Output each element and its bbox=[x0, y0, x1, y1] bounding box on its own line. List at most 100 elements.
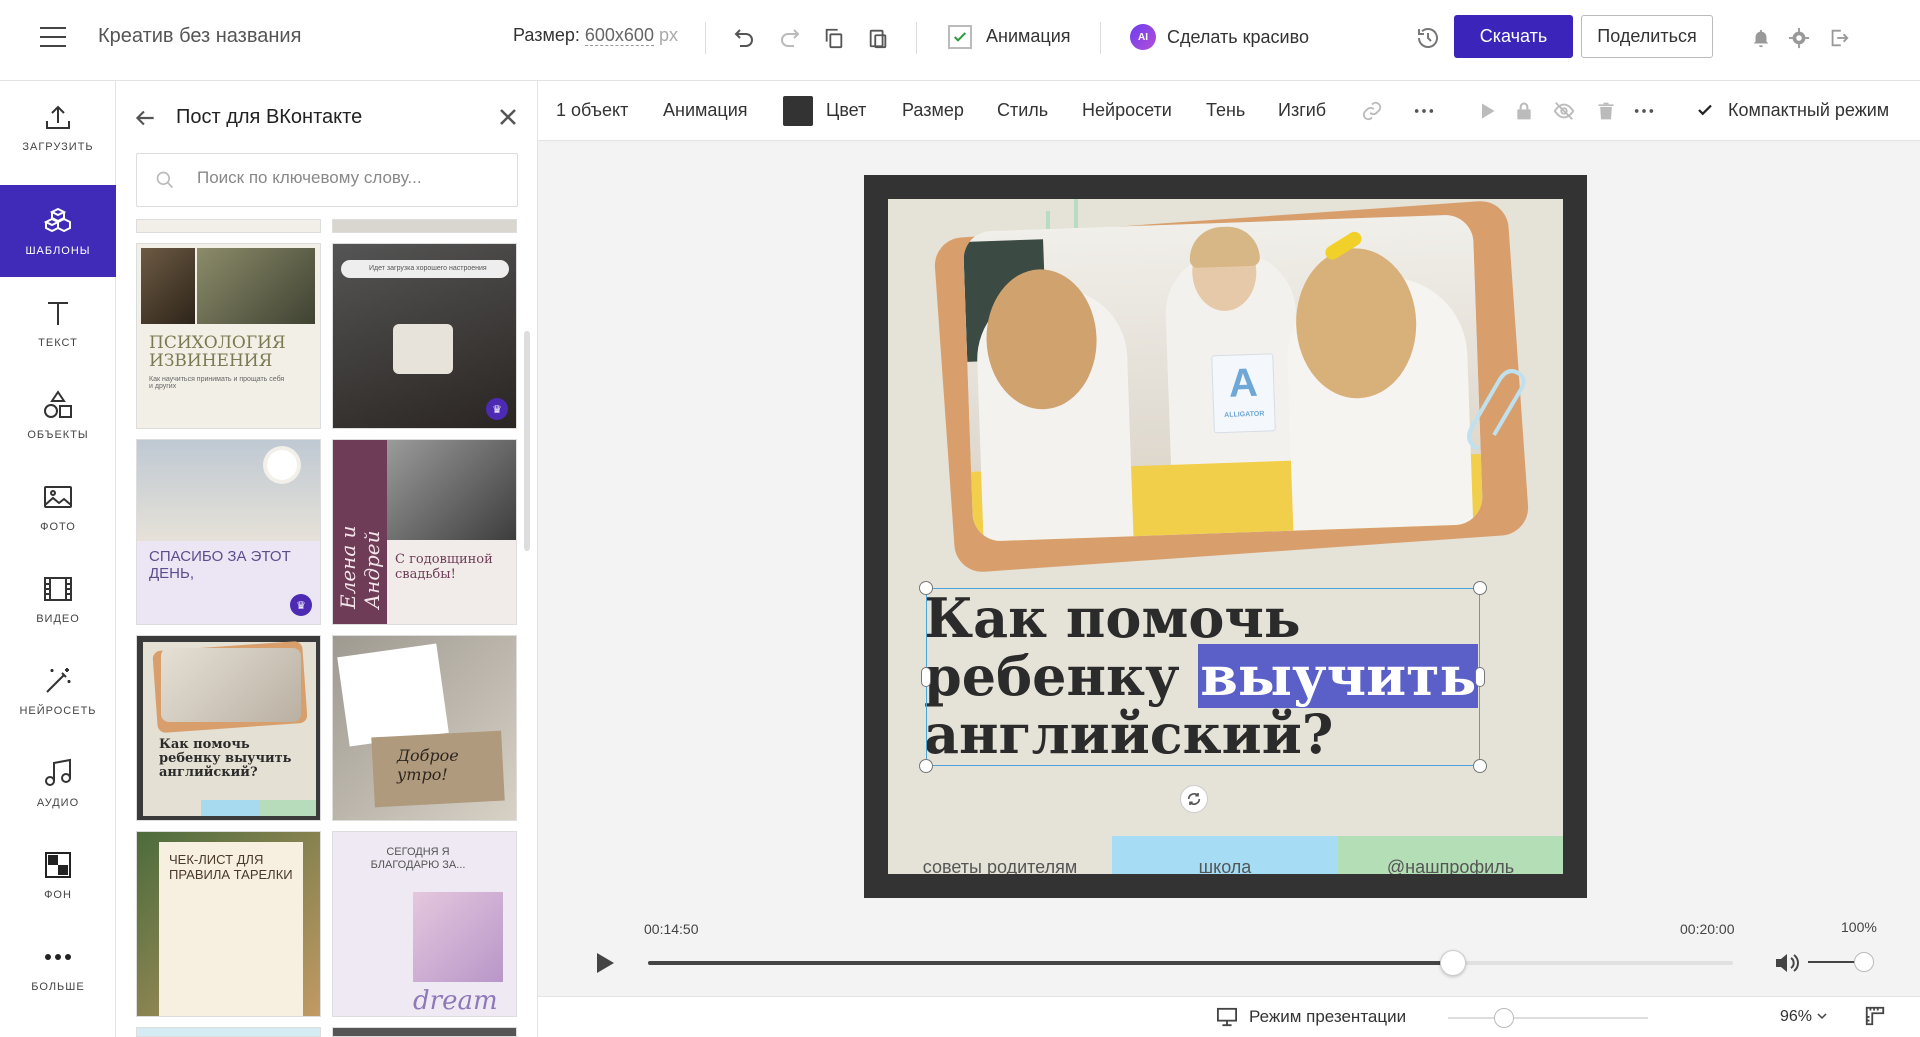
resize-handle[interactable] bbox=[1475, 667, 1485, 687]
shadow-button[interactable]: Тень bbox=[1206, 100, 1245, 121]
rail-text[interactable]: ТЕКСТ bbox=[0, 277, 116, 369]
compact-mode-checkbox[interactable] bbox=[1694, 99, 1716, 121]
more-options-icon[interactable] bbox=[1410, 97, 1438, 125]
template-title: ПСИХОЛОГИЯ ИЗВИНЕНИЯ bbox=[149, 333, 286, 371]
bell-icon[interactable] bbox=[1745, 22, 1777, 54]
rail-templates[interactable]: ШАБЛОНЫ bbox=[0, 185, 116, 277]
volume-slider[interactable] bbox=[1854, 952, 1874, 972]
top-bar: Креатив без названия Размер: 600x600 px … bbox=[0, 0, 1920, 81]
post-photo[interactable]: A ALLIGATOR bbox=[962, 214, 1484, 542]
rail-neural[interactable]: НЕЙРОСЕТЬ bbox=[0, 645, 116, 737]
gear-icon[interactable] bbox=[1783, 22, 1815, 54]
animation-label[interactable]: Анимация bbox=[986, 26, 1071, 47]
rail-objects[interactable]: ОБЪЕКТЫ bbox=[0, 369, 116, 461]
size-button[interactable]: Размер bbox=[902, 100, 964, 121]
template-thumb-partial[interactable] bbox=[332, 219, 517, 233]
template-thumb-partial[interactable] bbox=[136, 219, 321, 233]
play-animation-icon[interactable] bbox=[1473, 97, 1501, 125]
ai-icon[interactable]: AI bbox=[1130, 24, 1156, 50]
download-button[interactable]: Скачать bbox=[1454, 15, 1573, 58]
style-button[interactable]: Стиль bbox=[997, 100, 1048, 121]
panel-scrollbar[interactable] bbox=[524, 331, 530, 551]
resize-handle[interactable] bbox=[919, 581, 933, 595]
resize-handle[interactable] bbox=[1473, 581, 1487, 595]
template-sub: dream bbox=[413, 986, 498, 1016]
card-word: ALLIGATOR bbox=[1224, 410, 1265, 419]
menu-icon[interactable] bbox=[40, 27, 66, 47]
selection-box[interactable] bbox=[926, 588, 1480, 766]
logout-icon[interactable] bbox=[1823, 22, 1855, 54]
rail-upload[interactable]: ЗАГРУЗИТЬ bbox=[0, 81, 116, 173]
animation-button[interactable]: Анимация bbox=[663, 100, 748, 121]
template-thumb[interactable]: ПСИХОЛОГИЯ ИЗВИНЕНИЯ Как научиться прини… bbox=[136, 243, 321, 429]
template-thumb[interactable]: Доброе утро! bbox=[332, 635, 517, 821]
template-title: Как помочь ребенку выучить английский? bbox=[159, 737, 292, 780]
zoom-track[interactable] bbox=[1448, 1017, 1648, 1019]
close-icon[interactable] bbox=[496, 105, 520, 134]
color-button[interactable]: Цвет bbox=[826, 100, 866, 121]
compact-mode-label[interactable]: Компактный режим bbox=[1728, 100, 1889, 121]
zoom-dropdown[interactable]: 96% bbox=[1780, 1008, 1828, 1026]
rail-audio[interactable]: АУДИО bbox=[0, 737, 116, 829]
undo-icon[interactable] bbox=[728, 22, 760, 54]
template-title: Елена и Андрей bbox=[336, 525, 384, 609]
resize-handle[interactable] bbox=[1473, 759, 1487, 773]
timeline-track[interactable] bbox=[648, 950, 1733, 976]
play-icon[interactable] bbox=[594, 951, 616, 980]
search-input[interactable] bbox=[197, 168, 497, 188]
rail-label: ВИДЕО bbox=[36, 613, 80, 625]
document-title[interactable]: Креатив без названия bbox=[98, 25, 301, 48]
rail-video[interactable]: ВИДЕО bbox=[0, 553, 116, 645]
rail-photo[interactable]: ФОТО bbox=[0, 461, 116, 553]
rail-label: ЗАГРУЗИТЬ bbox=[22, 141, 94, 153]
canvas-size[interactable]: Размер: 600x600 px bbox=[513, 25, 678, 46]
size-value[interactable]: 600x600 bbox=[584, 25, 654, 46]
back-arrow-icon[interactable] bbox=[132, 105, 158, 136]
rail-background[interactable]: ФОН bbox=[0, 829, 116, 921]
monitor-icon[interactable] bbox=[1216, 1007, 1238, 1032]
tag-school[interactable]: школа bbox=[1112, 836, 1338, 874]
rail-more[interactable]: БОЛЬШЕ bbox=[0, 921, 116, 1013]
template-thumb-partial[interactable] bbox=[136, 1027, 321, 1037]
tag-profile[interactable]: @нашпрофиль bbox=[1338, 836, 1563, 874]
zoom-slider[interactable] bbox=[1494, 1008, 1514, 1028]
size-label: Размер: bbox=[513, 25, 580, 45]
ruler-icon[interactable] bbox=[1864, 1005, 1886, 1032]
resize-handle[interactable] bbox=[921, 667, 931, 687]
trash-icon[interactable] bbox=[1592, 97, 1620, 125]
size-unit: px bbox=[658, 25, 678, 45]
template-thumb[interactable]: Как помочь ребенку выучить английский? bbox=[136, 635, 321, 821]
animation-checkbox[interactable] bbox=[948, 25, 972, 49]
lock-icon[interactable] bbox=[1510, 97, 1538, 125]
template-thumb[interactable]: Елена и Андрей С годовщиной свадьбы! bbox=[332, 439, 517, 625]
share-button[interactable]: Поделиться bbox=[1581, 15, 1713, 58]
tag-parents[interactable]: советы родителям bbox=[888, 836, 1112, 874]
timeline-scrubber[interactable] bbox=[1439, 950, 1466, 976]
template-thumb[interactable]: ЧЕК-ЛИСТ ДЛЯ ПРАВИЛА ТАРЕЛКИ bbox=[136, 831, 321, 1017]
bend-button[interactable]: Изгиб bbox=[1278, 100, 1326, 121]
more-options-icon[interactable] bbox=[1630, 97, 1658, 125]
link-icon[interactable] bbox=[1358, 97, 1386, 125]
template-thumb[interactable]: СПАСИБО ЗА ЭТОТ ДЕНЬ, ♛ bbox=[136, 439, 321, 625]
template-thumb[interactable]: СЕГОДНЯ Я БЛАГОДАРЮ ЗА... dream bbox=[332, 831, 517, 1017]
hide-icon[interactable] bbox=[1550, 97, 1578, 125]
template-thumb-partial[interactable] bbox=[332, 1027, 517, 1037]
neural-button[interactable]: Нейросети bbox=[1082, 100, 1172, 121]
presentation-mode-button[interactable]: Режим презентации bbox=[1249, 1007, 1406, 1027]
template-title: ЧЕК-ЛИСТ ДЛЯ ПРАВИЛА ТАРЕЛКИ bbox=[169, 852, 293, 882]
artboard[interactable]: A ALLIGATOR Как помочь ребенку выучить а… bbox=[864, 175, 1587, 898]
paste-icon[interactable] bbox=[862, 22, 894, 54]
copy-icon[interactable] bbox=[818, 22, 850, 54]
color-swatch[interactable] bbox=[783, 96, 813, 126]
template-search[interactable] bbox=[136, 153, 518, 207]
objects-count[interactable]: 1 объект bbox=[556, 100, 628, 121]
redo-icon[interactable] bbox=[774, 22, 806, 54]
paperclip-icon bbox=[1467, 369, 1526, 451]
template-thumb[interactable]: Идет загрузка хорошего настроения ♛ bbox=[332, 243, 517, 429]
resize-handle[interactable] bbox=[919, 759, 933, 773]
history-icon[interactable] bbox=[1412, 22, 1444, 54]
make-beautiful-button[interactable]: Сделать красиво bbox=[1167, 27, 1309, 48]
volume-icon[interactable] bbox=[1774, 951, 1800, 980]
rotate-icon[interactable] bbox=[1180, 785, 1208, 813]
card-letter: A bbox=[1227, 360, 1259, 406]
